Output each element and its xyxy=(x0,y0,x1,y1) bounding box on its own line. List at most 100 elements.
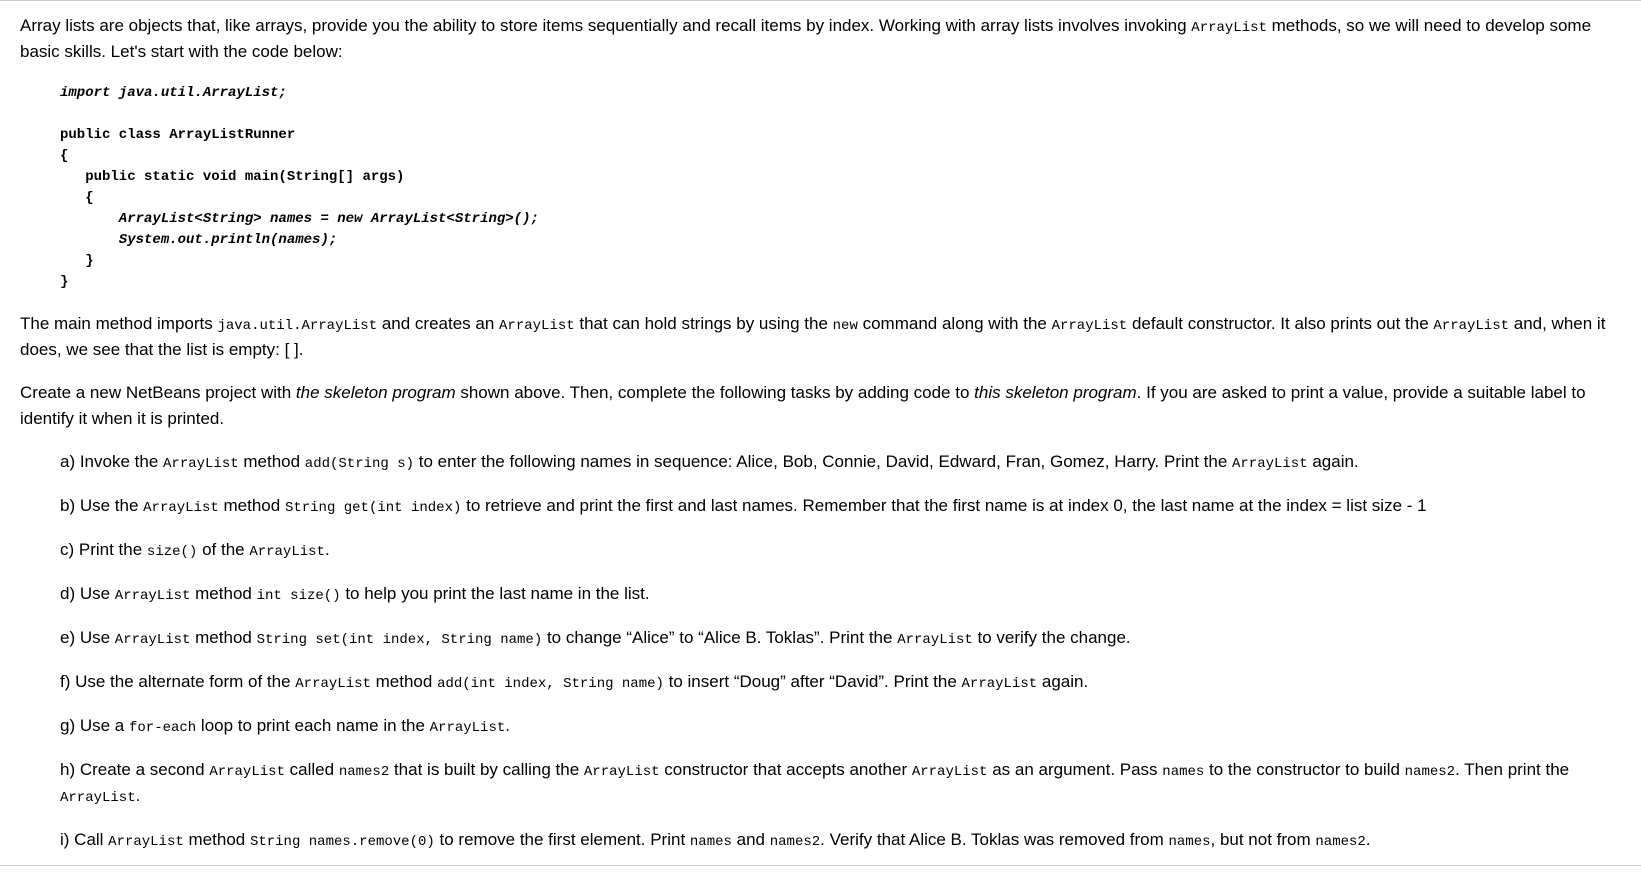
code: names xyxy=(1168,834,1210,850)
task-a: a) Invoke the ArrayList method add(Strin… xyxy=(60,449,1621,475)
code-arraylist: ArrayList xyxy=(1052,318,1128,334)
text: method xyxy=(239,452,305,471)
code: ArrayList xyxy=(912,764,988,780)
code: names2 xyxy=(1315,834,1365,850)
code-line: public class ArrayListRunner xyxy=(60,127,295,143)
text: to remove the first element. Print xyxy=(435,830,690,849)
code: ArrayList xyxy=(430,720,506,736)
code-arraylist: ArrayList xyxy=(499,318,575,334)
text: method xyxy=(219,496,285,515)
code: ArrayList xyxy=(115,588,191,604)
code-line: { xyxy=(60,190,94,206)
task-d: d) Use ArrayList method int size() to he… xyxy=(60,581,1621,607)
code: ArrayList xyxy=(60,790,136,806)
text: g) Use a xyxy=(60,716,129,735)
text: . Verify that Alice B. Toklas was remove… xyxy=(820,830,1168,849)
task-list: a) Invoke the ArrayList method add(Strin… xyxy=(20,449,1621,853)
task-b: b) Use the ArrayList method String get(i… xyxy=(60,493,1621,519)
text: to retrieve and print the first and last… xyxy=(461,496,1426,515)
code: ArrayList xyxy=(295,676,371,692)
text: method xyxy=(184,830,250,849)
text: e) Use xyxy=(60,628,115,647)
intro-paragraph: Array lists are objects that, like array… xyxy=(20,13,1621,65)
text: that is built by calling the xyxy=(389,760,584,779)
code: names xyxy=(1162,764,1204,780)
code-line: { xyxy=(60,148,68,164)
code: add(String s) xyxy=(305,456,414,472)
code: ArrayList xyxy=(108,834,184,850)
text: . Then print the xyxy=(1455,760,1569,779)
text: method xyxy=(371,672,437,691)
code-line: } xyxy=(60,274,68,290)
code-arraylist: ArrayList xyxy=(1433,318,1509,334)
italic-text: the skeleton program xyxy=(296,383,456,402)
code: ArrayList xyxy=(163,456,239,472)
text: command along with the xyxy=(858,314,1052,333)
code: ArrayList xyxy=(115,632,191,648)
code: ArrayList xyxy=(1232,456,1308,472)
text: a) Invoke the xyxy=(60,452,163,471)
task-e: e) Use ArrayList method String set(int i… xyxy=(60,625,1621,651)
text: and xyxy=(732,830,770,849)
task-g: g) Use a for-each loop to print each nam… xyxy=(60,713,1621,739)
text: that can hold strings by using the xyxy=(575,314,833,333)
text: and creates an xyxy=(377,314,499,333)
code: ArrayList xyxy=(897,632,973,648)
code: String get(int index) xyxy=(285,500,461,516)
text: to enter the following names in sequence… xyxy=(414,452,1232,471)
code: add(int index, String name) xyxy=(437,676,664,692)
code: ArrayList xyxy=(143,500,219,516)
code: names xyxy=(690,834,732,850)
text: method xyxy=(190,628,256,647)
code-arraylist: ArrayList xyxy=(1191,20,1267,36)
text: b) Use the xyxy=(60,496,143,515)
code-line: ArrayList<String> names = new ArrayList<… xyxy=(60,211,539,227)
text: constructor that accepts another xyxy=(660,760,912,779)
italic-text: this skeleton program xyxy=(974,383,1137,402)
code: names2 xyxy=(770,834,820,850)
explain-paragraph: The main method imports java.util.ArrayL… xyxy=(20,311,1621,363)
task-i: i) Call ArrayList method String names.re… xyxy=(60,827,1621,853)
code: ArrayList xyxy=(209,764,285,780)
text: d) Use xyxy=(60,584,115,603)
code: for-each xyxy=(129,720,196,736)
task-f: f) Use the alternate form of the ArrayLi… xyxy=(60,669,1621,695)
task-c: c) Print the size() of the ArrayList. xyxy=(60,537,1621,563)
text: method xyxy=(190,584,256,603)
text: to the constructor to build xyxy=(1204,760,1404,779)
text: to verify the change. xyxy=(973,628,1131,647)
text: again. xyxy=(1037,672,1088,691)
code: ArrayList xyxy=(249,544,325,560)
code: names2 xyxy=(339,764,389,780)
text: Create a new NetBeans project with xyxy=(20,383,296,402)
text: again. xyxy=(1308,452,1359,471)
text: default constructor. It also prints out … xyxy=(1127,314,1433,333)
text: to insert “Doug” after “David”. Print th… xyxy=(664,672,962,691)
code-new: new xyxy=(833,318,858,334)
code-line: import java.util.ArrayList; xyxy=(60,85,287,101)
text: shown above. Then, complete the followin… xyxy=(456,383,975,402)
text: loop to print each name in the xyxy=(196,716,429,735)
text: f) Use the alternate form of the xyxy=(60,672,295,691)
text: . xyxy=(1366,830,1371,849)
text: to help you print the last name in the l… xyxy=(341,584,650,603)
code-line: System.out.println(names); xyxy=(60,232,337,248)
code-line: public static void main(String[] args) xyxy=(60,169,404,185)
code-import: java.util.ArrayList xyxy=(217,318,377,334)
code: int size() xyxy=(257,588,341,604)
text: The main method imports xyxy=(20,314,217,333)
text: to change “Alice” to “Alice B. Toklas”. … xyxy=(542,628,897,647)
text: , but not from xyxy=(1211,830,1316,849)
skeleton-code-block: import java.util.ArrayList; public class… xyxy=(60,83,1621,293)
text: c) Print the xyxy=(60,540,147,559)
code: ArrayList xyxy=(962,676,1038,692)
code: ArrayList xyxy=(584,764,660,780)
text: h) Create a second xyxy=(60,760,209,779)
task-h: h) Create a second ArrayList called name… xyxy=(60,757,1621,809)
text: of the xyxy=(197,540,249,559)
code: String names.remove(0) xyxy=(250,834,435,850)
intro-text: Array lists are objects that, like array… xyxy=(20,16,1191,35)
text: . xyxy=(325,540,330,559)
text: . xyxy=(505,716,510,735)
text: . xyxy=(136,786,141,805)
